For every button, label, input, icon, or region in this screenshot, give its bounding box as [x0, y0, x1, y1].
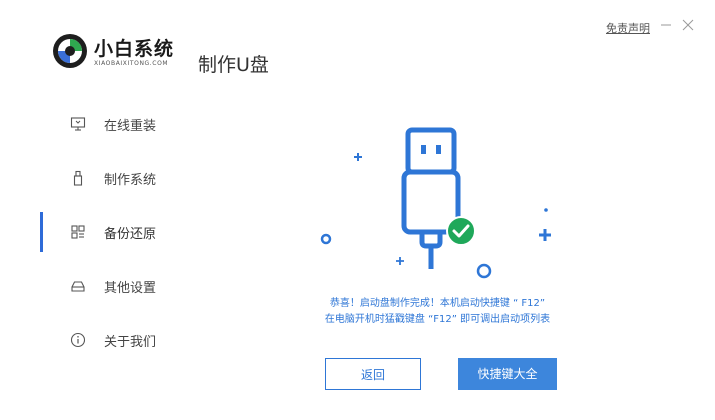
success-message: 恭喜！启动盘制作完成！本机启动快捷键 “ F12” 在电脑开机时猛戳键盘 “F1… [300, 296, 575, 328]
logo-subtitle: XIAOBAIXITONG.COM [94, 60, 169, 67]
sidebar-item-online-reinstall[interactable]: 在线重装 [0, 104, 200, 144]
sidebar-item-label: 关于我们 [104, 335, 157, 350]
logo-icon [53, 34, 87, 68]
disclaimer-link[interactable]: 免责声明 [606, 20, 650, 36]
sidebar-item-other-settings[interactable]: 其他设置 [0, 266, 200, 306]
sidebar-item-label: 在线重装 [104, 119, 157, 134]
back-button[interactable]: 返回 [325, 358, 421, 390]
sidebar-item-about-us[interactable]: 关于我们 [0, 320, 200, 360]
grid-icon [71, 225, 85, 239]
shortcut-keys-button[interactable]: 快捷键大全 [458, 358, 557, 390]
sidebar-item-label: 制作系统 [104, 173, 157, 188]
message-line-1: 恭喜！启动盘制作完成！本机启动快捷键 “ F12” [329, 298, 546, 309]
sidebar-item-make-system[interactable]: 制作系统 [0, 158, 200, 198]
sidebar: 在线重装 制作系统 备份还原 其他设置 关于我们 [0, 96, 200, 366]
tray-icon [71, 281, 85, 292]
usb-drive-icon [73, 170, 83, 186]
message-line-2: 在电脑开机时猛戳键盘 “F12” 即可调出启动项列表 [324, 314, 551, 325]
sidebar-item-label: 其他设置 [104, 281, 157, 296]
page-title: 制作U盘 [198, 54, 269, 76]
close-icon[interactable] [681, 18, 695, 32]
usb-success-illustration [320, 127, 551, 279]
app-logo: 小白系统 XIAOBAIXITONG.COM [52, 30, 186, 74]
minimize-icon[interactable] [659, 18, 673, 32]
logo-title: 小白系统 [94, 38, 175, 60]
active-indicator [40, 212, 43, 252]
monitor-icon [70, 117, 86, 131]
info-icon [70, 332, 86, 348]
sidebar-item-backup-restore[interactable]: 备份还原 [0, 212, 200, 252]
sidebar-item-label: 备份还原 [104, 227, 157, 242]
